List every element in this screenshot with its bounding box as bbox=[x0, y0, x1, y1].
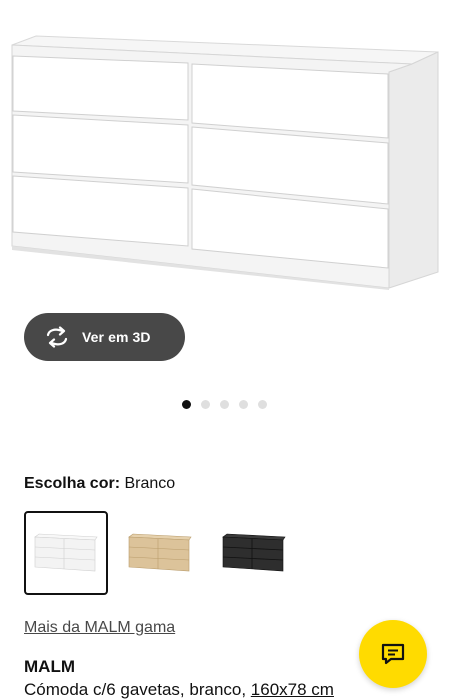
product-description: Cómoda c/6 gavetas, branco, 160x78 cm bbox=[24, 680, 334, 700]
selected-color-value: Branco bbox=[124, 475, 176, 492]
color-label: Escolha cor: bbox=[24, 475, 121, 492]
color-heading: Escolha cor: Branco bbox=[24, 474, 175, 494]
image-carousel-dots bbox=[182, 400, 267, 410]
color-swatches bbox=[24, 511, 306, 595]
carousel-dot[interactable] bbox=[258, 400, 267, 409]
oak-dresser-thumbnail bbox=[128, 533, 192, 572]
swatch-oak[interactable] bbox=[118, 511, 202, 595]
view-in-3d-button[interactable]: Ver em 3D bbox=[24, 313, 185, 361]
swatch-white[interactable] bbox=[24, 511, 108, 595]
product-name: MALM bbox=[24, 657, 75, 676]
chat-icon bbox=[380, 642, 406, 666]
swatch-black-brown[interactable] bbox=[212, 511, 296, 595]
carousel-dot[interactable] bbox=[182, 400, 191, 409]
view-in-3d-label: Ver em 3D bbox=[82, 329, 151, 345]
chat-button[interactable] bbox=[359, 620, 427, 688]
more-from-range-link[interactable]: Mais da MALM gama bbox=[24, 618, 175, 638]
carousel-dot[interactable] bbox=[201, 400, 210, 409]
black-dresser-thumbnail bbox=[222, 533, 286, 572]
white-dresser-thumbnail bbox=[34, 533, 98, 572]
carousel-dot[interactable] bbox=[220, 400, 229, 409]
rotate-3d-icon bbox=[44, 326, 70, 348]
product-description-text: Cómoda c/6 gavetas, branco, bbox=[24, 680, 251, 699]
product-image bbox=[11, 35, 439, 290]
carousel-dot[interactable] bbox=[239, 400, 248, 409]
product-measure-link[interactable]: 160x78 cm bbox=[251, 680, 334, 699]
